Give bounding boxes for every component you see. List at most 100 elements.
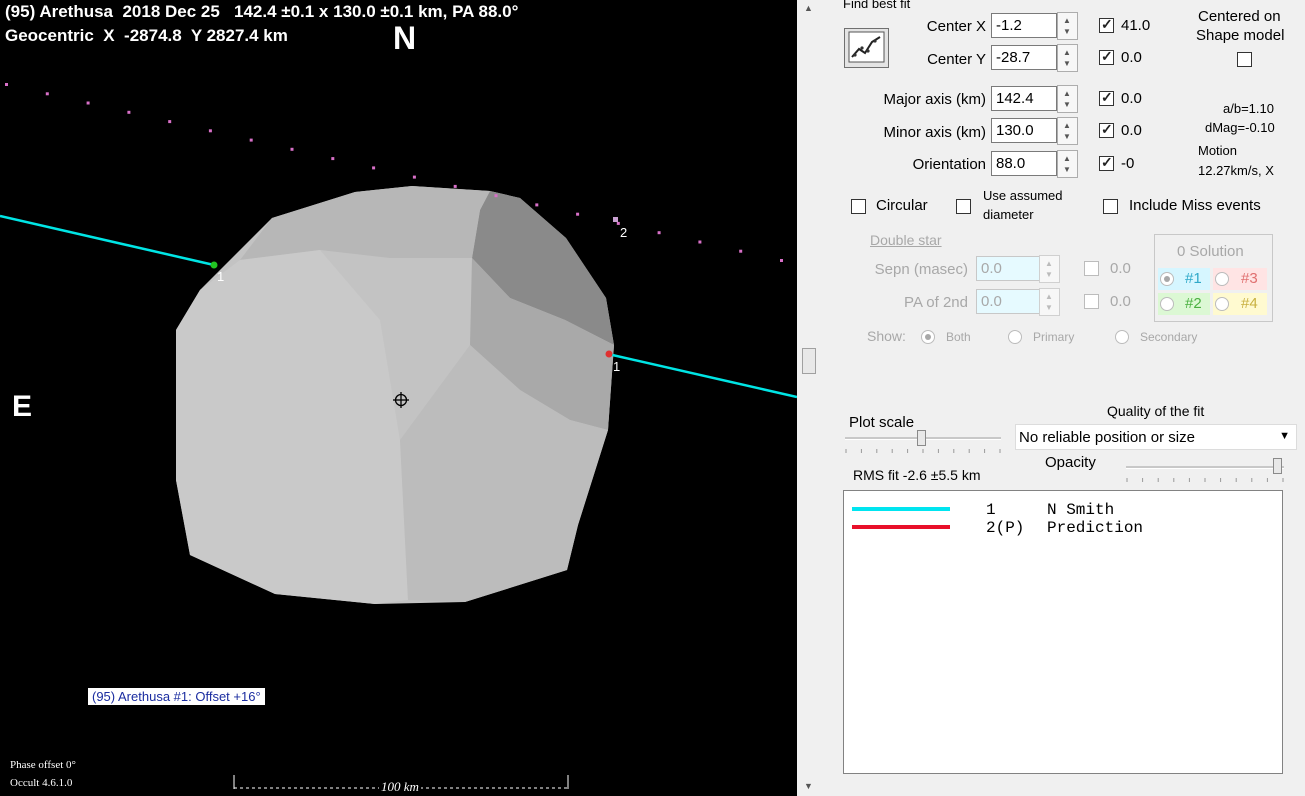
prediction-dot [780, 259, 783, 262]
plot-canvas [0, 83, 797, 789]
phase-offset-label: Phase offset 0° [10, 759, 76, 771]
sepn-input[interactable]: 0.0 [976, 256, 1040, 281]
center-x-label: Center X [926, 18, 986, 35]
include-miss-events-label: Include Miss events [1129, 197, 1261, 214]
orientation-input[interactable]: 88.0 [991, 151, 1057, 176]
center-x-checkbox[interactable] [1099, 16, 1114, 33]
legend-line-2 [852, 525, 950, 529]
show-secondary-label: Secondary [1140, 330, 1198, 344]
center-y-check-value: 0.0 [1121, 49, 1142, 66]
pa2-spinner[interactable]: ▲ ▼ [1039, 288, 1060, 316]
observer-legend-list[interactable]: 1 N Smith 2(P) Prediction [843, 490, 1283, 774]
solution-1-radio[interactable] [1160, 272, 1174, 286]
prediction-dot [331, 157, 335, 161]
find-best-fit-button[interactable] [844, 28, 889, 68]
chord-1-line-east [607, 352, 797, 399]
motion-value: 12.27km/s, X [1198, 163, 1274, 178]
center-y-label: Center Y [927, 51, 986, 68]
prediction-dot [5, 83, 8, 86]
minor-axis-check-value: 0.0 [1121, 122, 1142, 139]
opacity-slider[interactable] [1273, 458, 1282, 474]
minor-axis-spinner[interactable]: ▲ ▼ [1057, 117, 1078, 145]
center-x-spinner[interactable]: ▲ ▼ [1057, 12, 1078, 40]
scroll-up-icon[interactable]: ▲ [804, 3, 813, 13]
prediction-dot [372, 166, 376, 170]
quality-value: No reliable position or size [1019, 429, 1195, 446]
solution-3-radio[interactable] [1215, 272, 1229, 286]
minor-axis-checkbox[interactable] [1099, 121, 1114, 138]
version-label: Occult 4.6.1.0 [10, 777, 73, 789]
major-axis-input[interactable]: 142.4 [991, 86, 1057, 111]
include-miss-events-checkbox[interactable] [1103, 199, 1118, 214]
quality-dropdown[interactable]: No reliable position or size ▼ [1015, 424, 1297, 450]
double-star-link[interactable]: Double star [870, 232, 942, 248]
minor-axis-label: Minor axis (km) [883, 124, 986, 141]
show-primary-radio[interactable] [1008, 330, 1022, 344]
major-axis-check-value: 0.0 [1121, 90, 1142, 107]
prediction-dot [576, 212, 580, 216]
solution-1-option[interactable]: #1 [1158, 268, 1210, 290]
prediction-dot [127, 110, 131, 114]
legend-name-2: Prediction [1047, 519, 1144, 537]
prediction-dot [208, 129, 212, 133]
pa2-checkbox[interactable] [1084, 294, 1099, 309]
sepn-checkbox[interactable] [1084, 261, 1099, 276]
solution-2-radio[interactable] [1160, 297, 1174, 311]
center-y-input[interactable]: -28.7 [991, 45, 1057, 70]
orientation-checkbox[interactable] [1099, 154, 1114, 171]
use-assumed-diameter-checkbox[interactable] [956, 199, 971, 214]
legend-name-1: N Smith [1047, 501, 1115, 519]
chord-1-line-west [0, 214, 215, 267]
control-panel: Find best fit Center X -1.2 ▲▼ 41.0 Cent… [821, 0, 1305, 796]
header-geocentric: Geocentric X -2874.8 Y 2827.4 km [5, 26, 288, 45]
show-primary-label: Primary [1033, 330, 1075, 344]
circular-label: Circular [876, 197, 928, 214]
centered-on-label: Centered on [1198, 8, 1281, 25]
chevron-down-icon: ▼ [1279, 430, 1290, 442]
solution-3-option[interactable]: #3 [1213, 268, 1267, 290]
solution-4-radio[interactable] [1215, 297, 1229, 311]
vertical-scrollbar[interactable]: ▲ ▼ [797, 0, 821, 796]
prediction-dot [494, 194, 498, 198]
center-y-spinner[interactable]: ▲ ▼ [1057, 44, 1078, 72]
prediction-dot [290, 147, 294, 151]
solution-4-label: #4 [1241, 295, 1258, 312]
minor-axis-input[interactable]: 130.0 [991, 118, 1057, 143]
north-label: N [393, 20, 417, 56]
prediction-dot [168, 120, 172, 124]
solution-4-option[interactable]: #4 [1213, 293, 1267, 315]
opacity-track[interactable] [1126, 466, 1284, 469]
quality-label: Quality of the fit [1107, 403, 1205, 419]
scroll-thumb[interactable] [802, 348, 816, 374]
plot-scale-slider[interactable] [917, 430, 926, 446]
scroll-down-icon[interactable]: ▼ [804, 781, 813, 791]
plot-scale-ticks [845, 449, 1001, 453]
solution-title: 0 Solution [1177, 243, 1244, 260]
chord-2-marker [613, 217, 618, 222]
chord-1-reappear-marker [605, 350, 613, 358]
orientation-spinner[interactable]: ▲ ▼ [1057, 150, 1078, 178]
pa2-input[interactable]: 0.0 [976, 289, 1040, 314]
sepn-check-value: 0.0 [1110, 260, 1131, 277]
chord-1-label-east: 1 [613, 359, 621, 374]
centered-on-shape-checkbox[interactable] [1237, 52, 1252, 67]
circular-checkbox[interactable] [851, 199, 866, 214]
show-both-radio[interactable] [921, 330, 935, 344]
find-best-fit-label: Find best fit [843, 0, 911, 11]
sepn-spinner[interactable]: ▲ ▼ [1039, 255, 1060, 283]
chord-2-label: 2 [620, 225, 628, 240]
pa2-check-value: 0.0 [1110, 293, 1131, 310]
prediction-dot [249, 138, 253, 142]
show-secondary-radio[interactable] [1115, 330, 1129, 344]
center-y-checkbox[interactable] [1099, 48, 1114, 65]
solution-2-option[interactable]: #2 [1158, 293, 1210, 315]
center-x-input[interactable]: -1.2 [991, 13, 1057, 38]
diameter-label: diameter [983, 207, 1034, 222]
prediction-dot [45, 92, 49, 96]
major-axis-checkbox[interactable] [1099, 89, 1114, 106]
solution-2-label: #2 [1185, 295, 1202, 312]
major-axis-spinner[interactable]: ▲ ▼ [1057, 85, 1078, 113]
solution-3-label: #3 [1241, 270, 1258, 287]
rms-fit-label: RMS fit -2.6 ±5.5 km [853, 467, 981, 483]
plot-area[interactable]: (95) Arethusa 2018 Dec 25 142.4 ±0.1 x 1… [0, 0, 797, 796]
